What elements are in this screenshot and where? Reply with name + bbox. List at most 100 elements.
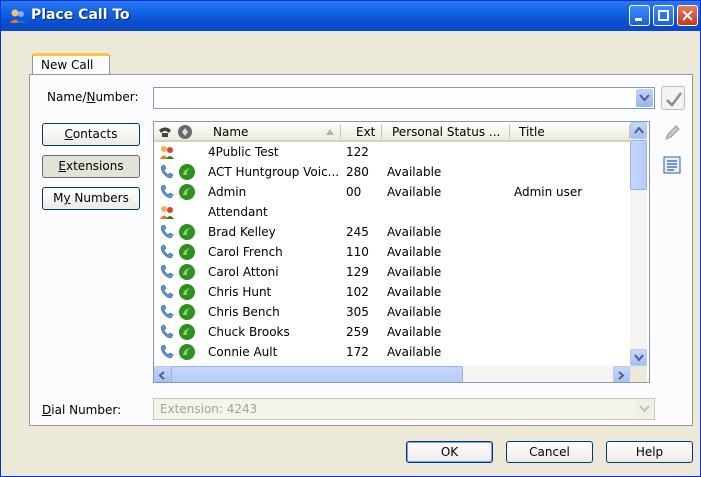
dial-number-label: Dial Number: <box>42 403 122 417</box>
chevron-down-icon <box>639 405 650 413</box>
scroll-down-button[interactable] <box>630 349 647 366</box>
vertical-scroll-thumb[interactable] <box>630 140 647 190</box>
name-number-input[interactable] <box>156 90 634 106</box>
row-ext: 245 <box>346 225 369 239</box>
available-status-icon <box>179 284 195 300</box>
phone-handset-icon <box>160 304 174 319</box>
phone-handset-icon <box>160 244 174 259</box>
name-number-combo[interactable] <box>153 87 655 109</box>
name-number-label: Name/Number: <box>47 90 139 104</box>
table-row[interactable]: ACT Huntgroup Voic... 280 Available <box>154 162 630 182</box>
available-status-icon <box>179 324 195 340</box>
row-name: Carol French <box>208 245 283 259</box>
row-status: Available <box>387 265 442 279</box>
table-row[interactable]: 4Public Test 122 <box>154 142 630 162</box>
row-ext: 259 <box>346 325 369 339</box>
row-ext: 129 <box>346 265 369 279</box>
close-button[interactable] <box>677 5 698 26</box>
maximize-button[interactable] <box>653 5 674 26</box>
help-button[interactable]: Help <box>606 441 693 463</box>
tab-new-call[interactable]: New Call <box>32 53 110 75</box>
phone-handset-icon <box>160 284 174 299</box>
list-header: Name Ext Personal Status ... Title <box>154 122 630 142</box>
row-ext: 110 <box>346 245 369 259</box>
table-row[interactable]: Admin 00 Available Admin user <box>154 182 630 202</box>
column-header-status[interactable]: Personal Status ... <box>392 125 500 139</box>
maximize-icon <box>658 10 669 21</box>
row-ext: 102 <box>346 285 369 299</box>
scroll-right-button[interactable] <box>613 366 630 382</box>
column-header-title[interactable]: Title <box>519 125 545 139</box>
horizontal-scrollbar[interactable] <box>154 366 630 382</box>
minimize-button[interactable] <box>629 5 650 26</box>
extensions-list[interactable]: Name Ext Personal Status ... Title 4Publ… <box>153 121 650 383</box>
horizontal-scroll-thumb[interactable] <box>171 366 463 382</box>
available-status-icon <box>179 344 195 360</box>
available-status-icon <box>179 184 195 200</box>
available-status-icon <box>179 224 195 240</box>
row-status: Available <box>387 185 442 199</box>
phone-column-icon[interactable] <box>157 124 173 140</box>
available-status-icon <box>179 264 195 280</box>
phone-handset-icon <box>160 164 174 179</box>
name-number-dropdown-button[interactable] <box>636 89 653 107</box>
cancel-button[interactable]: Cancel <box>506 441 593 463</box>
extensions-button[interactable]: Extensions <box>42 155 140 178</box>
vertical-scrollbar[interactable] <box>630 122 647 366</box>
table-row[interactable]: Connie Ault 172 Available <box>154 342 630 362</box>
phone-handset-icon <box>160 184 174 199</box>
row-name: Chris Bench <box>208 305 280 319</box>
checkmark-icon <box>666 92 682 107</box>
edit-entry-button[interactable] <box>659 121 685 145</box>
place-call-dialog: Place Call To New Call Name/Number: Cont… <box>0 0 701 477</box>
table-row[interactable]: Chris Bench 305 Available <box>154 302 630 322</box>
available-status-icon <box>179 164 195 180</box>
table-row[interactable]: Chuck Brooks 259 Available <box>154 322 630 342</box>
chevron-down-icon <box>634 354 644 361</box>
window-title: Place Call To <box>31 7 130 23</box>
phone-people-icon <box>10 9 26 23</box>
column-header-name[interactable]: Name <box>213 125 248 139</box>
row-ext: 122 <box>346 145 369 159</box>
dial-number-dropdown-button <box>636 400 653 418</box>
row-status: Available <box>387 325 442 339</box>
dial-number-value: Extension: 4243 <box>160 402 258 416</box>
table-row[interactable]: Carol Attoni 129 Available <box>154 262 630 282</box>
group-users-icon <box>160 146 174 159</box>
directory-button[interactable] <box>659 153 685 177</box>
confirm-call-button[interactable] <box>661 86 685 110</box>
title-bar[interactable]: Place Call To <box>1 1 700 31</box>
chevron-up-icon <box>634 127 644 134</box>
row-name: Brad Kelley <box>208 225 276 239</box>
row-status: Available <box>387 305 442 319</box>
row-ext: 172 <box>346 345 369 359</box>
scroll-up-button[interactable] <box>630 122 647 139</box>
row-status: Available <box>387 225 442 239</box>
row-status: Available <box>387 285 442 299</box>
chevron-right-icon <box>618 371 625 380</box>
status-column-icon[interactable] <box>177 124 193 140</box>
phone-handset-icon <box>160 264 174 279</box>
row-name: Admin <box>208 185 247 199</box>
row-name: 4Public Test <box>208 145 279 159</box>
row-name: Chris Hunt <box>208 285 272 299</box>
table-row[interactable]: Brad Kelley 245 Available <box>154 222 630 242</box>
scroll-left-button[interactable] <box>154 366 171 382</box>
directory-list-icon <box>663 156 681 174</box>
row-name: Chuck Brooks <box>208 325 290 339</box>
minimize-icon <box>635 18 642 21</box>
column-header-ext[interactable]: Ext <box>356 125 375 139</box>
contacts-button[interactable]: Contacts <box>42 123 140 146</box>
available-status-icon <box>179 304 195 320</box>
close-icon <box>682 10 693 21</box>
row-name: Carol Attoni <box>208 265 279 279</box>
phone-handset-icon <box>160 344 174 359</box>
dial-number-combo: Extension: 4243 <box>153 398 655 420</box>
table-row[interactable]: Chris Hunt 102 Available <box>154 282 630 302</box>
table-row[interactable]: Attendant <box>154 202 630 222</box>
ok-button[interactable]: OK <box>406 441 493 463</box>
my-numbers-button[interactable]: My Numbers <box>42 187 140 210</box>
row-status: Available <box>387 245 442 259</box>
row-status: Available <box>387 165 442 179</box>
table-row[interactable]: Carol French 110 Available <box>154 242 630 262</box>
